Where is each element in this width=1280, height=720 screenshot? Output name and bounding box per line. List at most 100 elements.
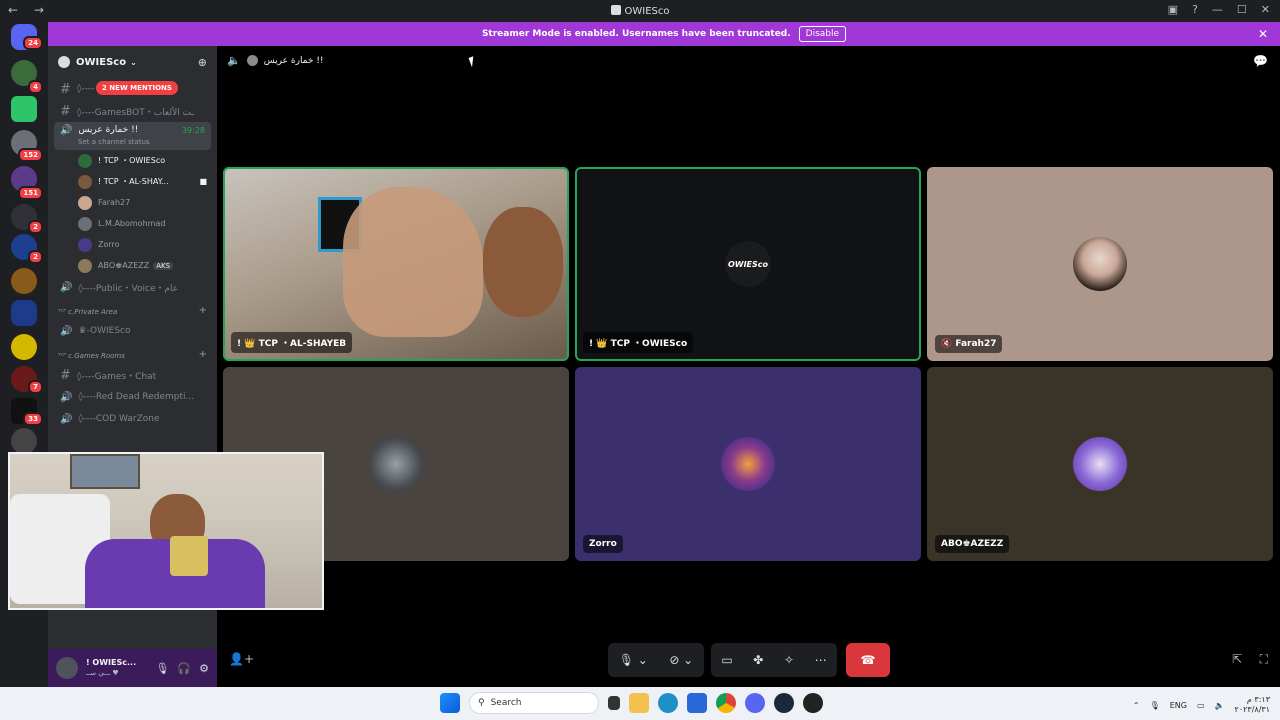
volume-icon[interactable]: 🔈: [1215, 701, 1225, 710]
server-logo-icon: [58, 56, 70, 68]
speaker-icon: 🔊: [60, 125, 73, 136]
gear-icon[interactable]: ⚙: [199, 662, 209, 675]
speaker-icon: 🔊: [60, 391, 73, 403]
channel-item[interactable]: # ◊---- 2 NEW MENTIONS: [48, 78, 217, 100]
video-tile[interactable]: 🔇 Farah27: [927, 167, 1273, 361]
start-icon[interactable]: [440, 693, 460, 713]
server-badge: 4: [28, 80, 43, 94]
voice-user[interactable]: ABO♚AZEZZ AKS: [48, 255, 217, 276]
clock-date: ٢٠٢٣/٨/٣١: [1234, 705, 1270, 714]
plus-icon[interactable]: +: [199, 349, 207, 360]
close-button[interactable]: ✕: [1261, 3, 1270, 16]
channel-label: ◊----Public・Voice・عام: [78, 283, 179, 294]
file-explorer-icon[interactable]: [629, 693, 649, 713]
search-box[interactable]: ⚲ Search: [469, 692, 599, 714]
av-controls: 🎙 ⌄ ⊘ ⌄: [608, 643, 704, 677]
screen-share-button[interactable]: ▭: [721, 653, 732, 667]
popout-icon[interactable]: ⇱: [1232, 652, 1242, 666]
fullscreen-icon[interactable]: ⛶: [1260, 652, 1268, 667]
participant-name: Farah27: [955, 339, 997, 349]
edge-icon[interactable]: [658, 693, 678, 713]
channel-item[interactable]: # ◊----Games・Chat: [48, 364, 217, 386]
window-titlebar: ← → OWIESco ▣ ? — ☐ ✕: [0, 0, 1280, 22]
server-icon[interactable]: [11, 428, 37, 454]
voice-channel-name: خمارة عريس !!: [78, 125, 139, 135]
language-indicator[interactable]: ENG: [1170, 701, 1187, 710]
voice-user[interactable]: Farah27: [48, 192, 217, 213]
steam-icon[interactable]: [774, 693, 794, 713]
plus-icon[interactable]: +: [199, 305, 207, 316]
app-icon[interactable]: [803, 693, 823, 713]
chrome-icon[interactable]: [716, 693, 736, 713]
disable-streamer-button[interactable]: Disable: [798, 26, 847, 42]
minimize-button[interactable]: —: [1212, 3, 1223, 16]
voice-user-name: ! TCP ・OWIESco: [98, 156, 166, 165]
channel-label: ◊----COD WarZone: [78, 414, 160, 424]
user-tag: AKS: [153, 261, 174, 270]
participant-label: ABO♚AZEZZ: [935, 535, 1010, 553]
task-view-icon[interactable]: [608, 696, 620, 710]
activities-button[interactable]: ✤: [753, 653, 763, 667]
category-private[interactable]: ᵀᶜᴾ c.Private Area +: [48, 298, 217, 320]
server-badge: 2: [28, 250, 43, 264]
user-panel: ! OWIESc... ـــي ســ ♥ 🎙 🎧 ⚙: [48, 649, 217, 687]
category-games[interactable]: ᵀᶜᴾ c.Games Rooms +: [48, 342, 217, 364]
speaker-icon: 🔈: [227, 54, 241, 67]
channel-label: ◊----: [76, 84, 95, 94]
server-icon[interactable]: [11, 268, 37, 294]
video-tile[interactable]: ! 👑 TCP ・AL-SHAYEB: [223, 167, 569, 361]
microphone-tray-icon[interactable]: 🎙: [1150, 701, 1160, 710]
taskbar: ⚲ Search ⌃ 🎙 ENG ▭ 🔈 ٣:١٣ م ٢٠٢٣/٨/٣١: [0, 687, 1280, 720]
microphone-icon[interactable]: 🎙: [155, 662, 169, 675]
channel-status-hint[interactable]: Set a channel status: [78, 138, 150, 146]
more-options-button[interactable]: ⋯: [815, 653, 827, 667]
video-content: [343, 187, 483, 337]
server-icon[interactable]: [11, 334, 37, 360]
video-tile[interactable]: Zorro: [575, 367, 921, 561]
video-tile[interactable]: ABO♚AZEZZ: [927, 367, 1273, 561]
microphone-button[interactable]: 🎙 ⌄: [619, 653, 648, 667]
phone-icon: ☎: [860, 653, 876, 667]
chevron-up-icon[interactable]: ⌃: [1133, 701, 1140, 710]
window-title-text: OWIESco: [624, 6, 670, 17]
voice-user[interactable]: Zorro: [48, 234, 217, 255]
clock[interactable]: ٣:١٣ م ٢٠٢٣/٨/٣١: [1235, 695, 1270, 715]
server-header[interactable]: OWIESco ⌄ ⊕: [48, 46, 217, 78]
chat-icon[interactable]: 💬: [1253, 54, 1268, 68]
channel-item[interactable]: # ◊----GamesBOT・ـت الألعاب: [48, 100, 217, 122]
server-icon[interactable]: [11, 300, 37, 326]
discord-icon[interactable]: [745, 693, 765, 713]
avatar: [246, 55, 258, 66]
voice-user[interactable]: ! TCP ・OWIESco: [48, 150, 217, 171]
inbox-icon[interactable]: ▣: [1168, 3, 1178, 16]
system-tray: ⌃ 🎙 ENG ▭ 🔈 ٣:١٣ م ٢٠٢٣/٨/٣١: [1133, 695, 1270, 715]
window-controls: ▣ ? — ☐ ✕: [1168, 3, 1270, 16]
network-icon[interactable]: ▭: [1197, 701, 1205, 710]
headphones-icon[interactable]: 🎧: [177, 662, 191, 675]
hangup-button[interactable]: ☎: [846, 643, 890, 677]
channel-item[interactable]: 🔊 ◊----Public・Voice・عام: [48, 276, 217, 298]
voice-user[interactable]: ! TCP ・AL-SHAY... ■: [48, 171, 217, 192]
add-member-icon[interactable]: ⊕: [198, 56, 207, 69]
channel-item[interactable]: 🔊 ♛-OWIESco: [48, 320, 217, 342]
invite-icon[interactable]: 👤+: [229, 652, 254, 666]
voice-user-name: ABO♚AZEZZ: [98, 261, 150, 270]
channel-item[interactable]: 🔊 ◊----COD WarZone: [48, 408, 217, 430]
active-voice-channel[interactable]: 🔊 خمارة عريس !! 39:28 Set a channel stat…: [54, 122, 211, 150]
close-banner-icon[interactable]: ✕: [1258, 27, 1268, 41]
voice-user[interactable]: L.M.Abomohmad: [48, 213, 217, 234]
maximize-button[interactable]: ☐: [1237, 3, 1247, 16]
channel-item[interactable]: 🔊 ◊----Red Dead Redempti...: [48, 386, 217, 408]
server-icon-k[interactable]: [11, 96, 37, 122]
user-info[interactable]: ! OWIESc... ـــي ســ ♥: [86, 657, 136, 679]
avatar[interactable]: [56, 657, 78, 679]
voice-user-name: ! TCP ・AL-SHAY...: [98, 177, 169, 186]
help-icon[interactable]: ?: [1192, 3, 1198, 16]
store-icon[interactable]: [687, 693, 707, 713]
server-badge: 33: [23, 412, 43, 426]
new-mentions-pill[interactable]: 2 NEW MENTIONS: [96, 81, 178, 95]
video-tile[interactable]: OWIESco ! 👑 TCP ・OWIESco: [575, 167, 921, 361]
camera-off-button[interactable]: ⊘ ⌄: [669, 653, 693, 667]
participant-avatar: [1073, 437, 1127, 491]
soundboard-button[interactable]: ✧: [784, 653, 794, 667]
